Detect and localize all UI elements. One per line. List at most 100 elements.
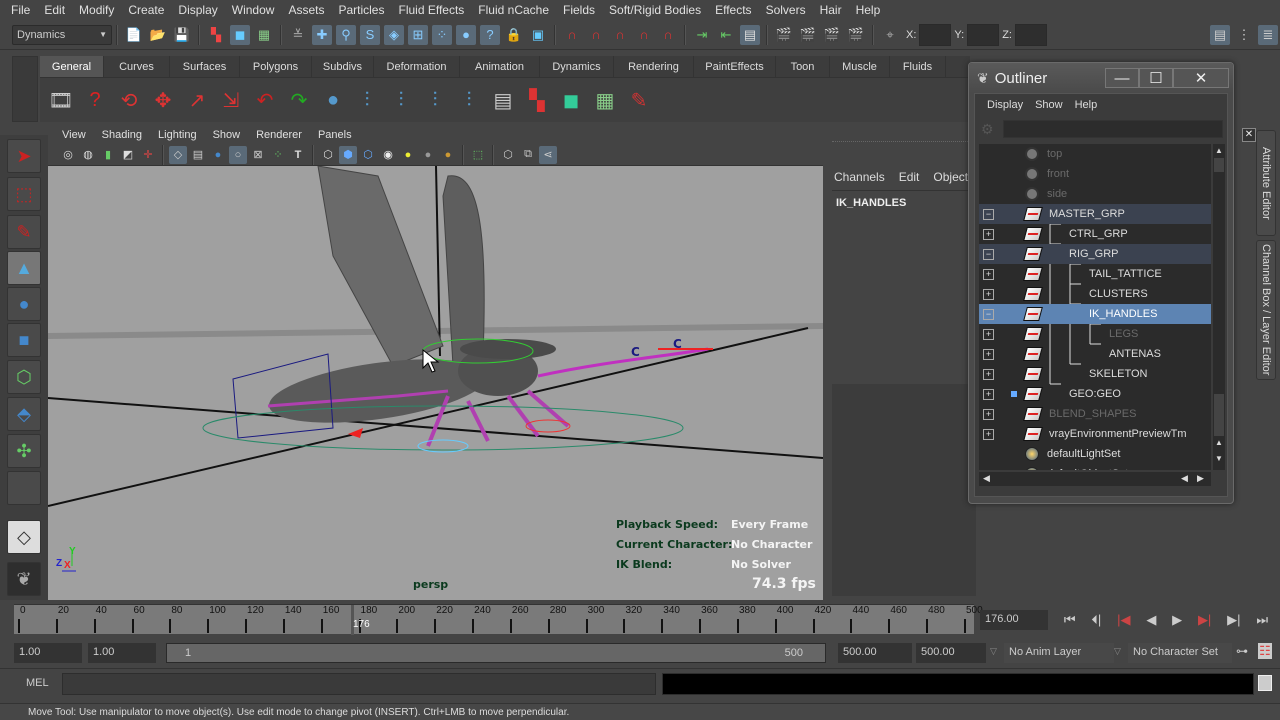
menu-modify[interactable]: Modify xyxy=(72,3,121,17)
outliner-item[interactable]: top xyxy=(979,144,1211,164)
film-gate-icon[interactable]: ▤ xyxy=(189,146,207,164)
toggle-tool-settings-icon[interactable]: ⋮ xyxy=(1234,25,1254,45)
xray-icon[interactable]: ⬡ xyxy=(499,146,517,164)
collapse-icon[interactable]: − xyxy=(983,248,994,260)
select-misc-icon[interactable]: ? xyxy=(480,24,500,45)
channel-box-layer-editor-tab[interactable]: Channel Box / Layer Editor xyxy=(1256,240,1276,380)
wireframe-on-shaded-icon[interactable]: ⬡ xyxy=(359,146,377,164)
select-deformations-icon[interactable]: ⊞ xyxy=(408,24,428,45)
lock-icon[interactable]: 🔒 xyxy=(504,25,524,45)
outliner-item[interactable]: + TAIL_TATTICE xyxy=(979,264,1211,284)
playback-end-field[interactable]: 500.00 xyxy=(838,643,912,663)
use-all-lights-icon[interactable]: ● xyxy=(399,146,417,164)
menu-create[interactable]: Create xyxy=(121,3,171,17)
z-input[interactable] xyxy=(1014,23,1047,46)
close-button[interactable]: ✕ xyxy=(1173,68,1229,88)
xray-joints-icon[interactable]: ⧉ xyxy=(519,146,537,164)
expand-icon[interactable]: + xyxy=(983,228,994,240)
expand-icon[interactable]: + xyxy=(983,408,994,420)
paint-select-icon[interactable]: ✎ xyxy=(624,85,654,115)
select-handles-icon[interactable]: ✚ xyxy=(312,24,332,45)
move-tool-icon[interactable]: ▲ xyxy=(7,251,41,285)
delete-history-icon[interactable]: ● xyxy=(318,85,348,115)
safe-action-icon[interactable]: ⁘ xyxy=(269,146,287,164)
select-camera-icon[interactable]: ◎ xyxy=(59,146,77,164)
menu-particles[interactable]: Particles xyxy=(331,3,391,17)
outliner-item[interactable]: + CTRL_GRP xyxy=(979,224,1211,244)
shadows-icon[interactable]: ● xyxy=(419,146,437,164)
new-scene-icon[interactable]: 📄 xyxy=(124,25,144,45)
snap-to-grid-icon[interactable]: ∩ xyxy=(562,25,582,45)
chevron-down-icon[interactable]: ▽ xyxy=(1114,646,1121,657)
soft-modification-tool-icon[interactable]: ⬘ xyxy=(7,397,41,431)
collapse-icon[interactable]: − xyxy=(983,208,994,220)
viewport-menu-show[interactable]: Show xyxy=(205,129,249,141)
outliner-filter-input[interactable] xyxy=(1003,120,1223,138)
shelf-tab-dynamics[interactable]: Dynamics xyxy=(540,56,614,77)
filter-icon[interactable]: ⚙ xyxy=(981,121,994,138)
menu-soft-rigid-bodies[interactable]: Soft/Rigid Bodies xyxy=(602,3,708,17)
menu-file[interactable]: File xyxy=(4,3,37,17)
select-tool-icon[interactable]: ➤ xyxy=(7,139,41,173)
select-curves-icon[interactable]: S xyxy=(360,24,380,45)
go-to-start-icon[interactable]: ⏮ xyxy=(1064,612,1076,628)
script-editor-icon[interactable] xyxy=(1258,675,1272,691)
outliner-item[interactable]: − RIG_GRP xyxy=(979,244,1211,264)
character-set-dropdown[interactable]: No Character Set xyxy=(1128,643,1232,663)
hierarchy-icon[interactable]: ⫶ xyxy=(352,85,382,115)
select-rendering-icon[interactable]: ● xyxy=(456,24,476,45)
command-input[interactable] xyxy=(62,673,656,695)
highlight-selection-icon[interactable]: ▣ xyxy=(528,25,548,45)
shelf-tab-deformation[interactable]: Deformation xyxy=(374,56,460,77)
output-connections-icon[interactable]: ⇤ xyxy=(716,25,736,45)
select-object-icon[interactable]: ▚ xyxy=(522,85,552,115)
camera-zoom-icon[interactable]: ⇲ xyxy=(216,85,246,115)
menu-assets[interactable]: Assets xyxy=(281,3,331,17)
hierarchy-icon[interactable]: ⫶ xyxy=(420,85,450,115)
collapse-icon[interactable]: − xyxy=(983,308,994,320)
select-surfaces-icon[interactable]: ◈ xyxy=(384,24,404,45)
maximize-button[interactable]: ☐ xyxy=(1139,68,1173,88)
outliner-item[interactable]: + vrayEnvironmentPreviewTm xyxy=(979,424,1211,444)
playback-start-field[interactable]: 1.00 xyxy=(88,643,156,663)
shelf-tab-animation[interactable]: Animation xyxy=(460,56,540,77)
render-current-frame-icon[interactable]: 🎬 xyxy=(798,25,818,45)
smooth-shade-icon[interactable]: ⬢ xyxy=(339,145,357,164)
select-by-hierarchy-icon[interactable]: ▚ xyxy=(206,25,226,45)
viewport-menu-shading[interactable]: Shading xyxy=(94,129,150,141)
outliner-vertical-scrollbar[interactable]: ▲ ▲ ▼ xyxy=(1213,144,1225,470)
universal-manipulator-icon[interactable]: ⬡ xyxy=(7,360,41,394)
hierarchy-icon[interactable]: ⫶ xyxy=(454,85,484,115)
selected-node-name[interactable]: IK_HANDLES xyxy=(836,197,906,209)
outliner-item[interactable]: front xyxy=(979,164,1211,184)
menu-fluid-ncache[interactable]: Fluid nCache xyxy=(471,3,556,17)
mask-menu-icon[interactable]: ≚ xyxy=(288,25,308,45)
step-forward-frame-icon[interactable]: ▶| xyxy=(1198,612,1211,628)
viewport-menu-view[interactable]: View xyxy=(54,129,94,141)
lasso-tool-icon[interactable]: ⬚ xyxy=(7,177,41,211)
outliner-item[interactable]: − MASTER_GRP xyxy=(979,204,1211,224)
toggle-attribute-editor-icon[interactable]: ▤ xyxy=(1210,24,1230,45)
film-reel-icon[interactable]: 🎞 xyxy=(46,85,76,115)
shelf-tab-fluids[interactable]: Fluids xyxy=(890,56,946,77)
camera-track-icon[interactable]: ✥ xyxy=(148,85,178,115)
outliner-item[interactable]: defaultObjectSet xyxy=(979,464,1211,470)
resolution-gate-icon[interactable]: ● xyxy=(209,146,227,164)
step-back-key-icon[interactable]: ⏴| xyxy=(1091,612,1101,628)
snap-to-point-icon[interactable]: ∩ xyxy=(610,25,630,45)
xray-active-components-icon[interactable]: ⋖ xyxy=(539,145,557,164)
range-slider[interactable]: 1 500 xyxy=(166,643,826,663)
outliner-item[interactable]: + BLEND_SHAPES xyxy=(979,404,1211,424)
undo-icon[interactable]: ↶ xyxy=(250,85,280,115)
outliner-item[interactable]: + LEGS xyxy=(979,324,1211,344)
grid-toggle-icon[interactable]: ◇ xyxy=(169,145,187,164)
expand-icon[interactable]: + xyxy=(983,268,994,280)
select-joints-icon[interactable]: ⚲ xyxy=(336,24,356,45)
channel-box-menu-object[interactable]: Object xyxy=(933,170,968,184)
input-connections-icon[interactable]: ⇥ xyxy=(692,25,712,45)
isolate-select-icon[interactable]: ⬚ xyxy=(469,146,487,164)
rotate-tool-icon[interactable]: ● xyxy=(7,287,41,321)
close-icon[interactable]: ✕ xyxy=(1242,128,1256,142)
make-live-icon[interactable]: ∩ xyxy=(658,25,678,45)
outliner-menu-display[interactable]: Display xyxy=(981,99,1029,111)
